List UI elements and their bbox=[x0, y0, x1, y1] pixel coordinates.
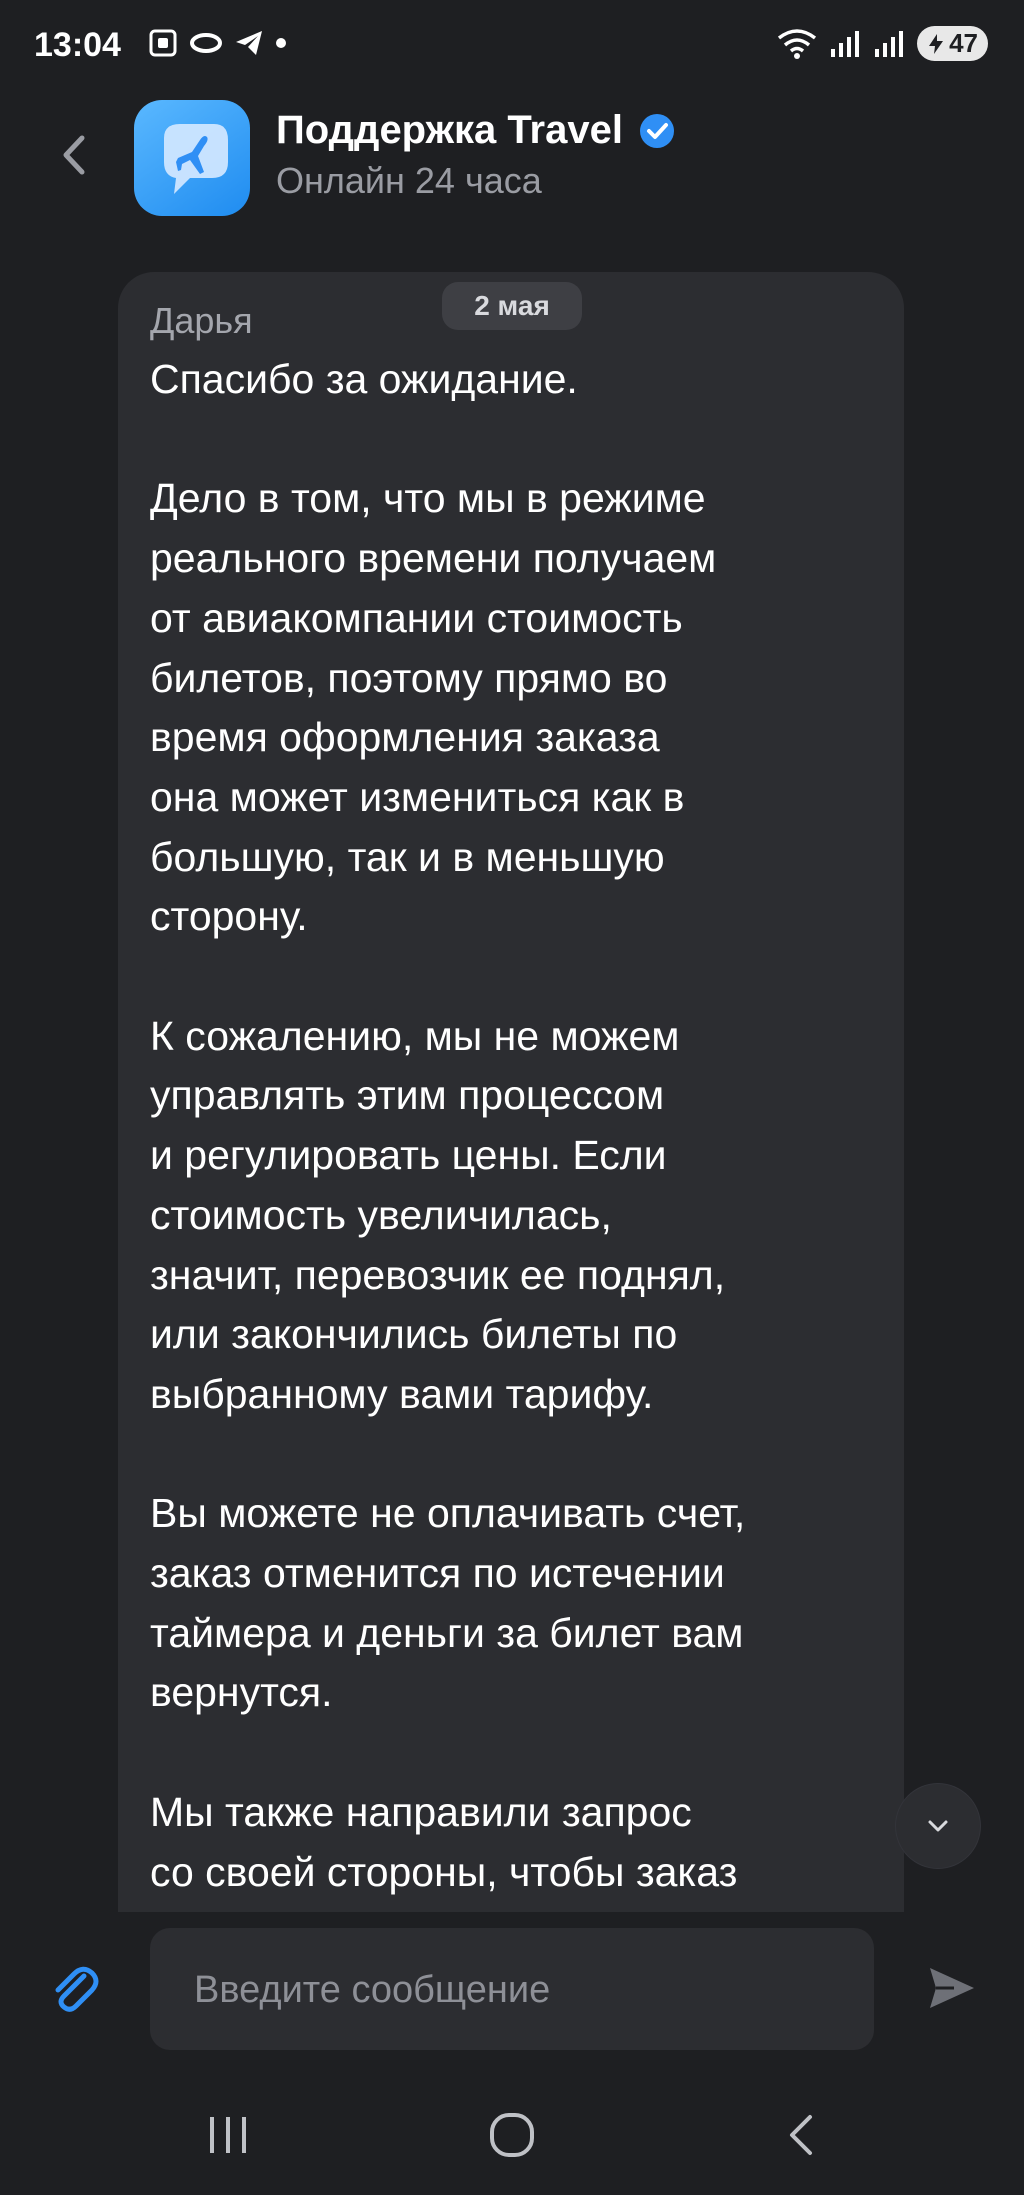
system-back-button[interactable] bbox=[762, 2100, 842, 2170]
battery-saver-icon bbox=[929, 33, 944, 54]
status-time: 13:04 bbox=[34, 26, 121, 64]
recent-apps-button[interactable] bbox=[188, 2100, 268, 2170]
chat-title: Поддержка Travel bbox=[276, 108, 623, 152]
message-input[interactable] bbox=[192, 1928, 836, 2052]
chat-header: Поддержка Travel Онлайн 24 часа bbox=[0, 90, 1024, 220]
home-button[interactable] bbox=[472, 2100, 552, 2170]
header-title-row: Поддержка Travel bbox=[276, 108, 677, 153]
chevron-down-icon bbox=[928, 1820, 948, 1832]
telegram-icon bbox=[236, 31, 262, 55]
message-text: Спасибо за ожидание. Дело в том, что мы … bbox=[150, 356, 746, 1895]
status-system-icons: 47 bbox=[775, 26, 988, 61]
message-input-container bbox=[150, 1928, 874, 2052]
battery-indicator: 47 bbox=[917, 26, 988, 61]
send-icon[interactable] bbox=[924, 1960, 980, 2016]
scroll-to-bottom-button[interactable] bbox=[896, 1784, 980, 1868]
recent-apps-icon bbox=[210, 2117, 246, 2153]
verified-badge-icon bbox=[639, 113, 674, 148]
dot-icon bbox=[276, 38, 286, 48]
message-composer bbox=[0, 1912, 1024, 2052]
chat-subtitle: Онлайн 24 часа bbox=[276, 160, 542, 201]
home-icon bbox=[490, 2113, 534, 2157]
battery-level: 47 bbox=[949, 28, 978, 58]
status-notification-icons bbox=[148, 28, 288, 58]
date-separator: 2 мая bbox=[442, 282, 582, 330]
screenshot-icon bbox=[149, 29, 177, 57]
airplane-chat-icon bbox=[164, 124, 228, 194]
system-navigation-bar bbox=[0, 2070, 1024, 2195]
message-sender: Дарья bbox=[150, 300, 253, 341]
signal-icon bbox=[831, 30, 860, 57]
status-bar: 13:04 47 bbox=[0, 0, 1024, 90]
back-arrow-icon[interactable] bbox=[50, 130, 100, 180]
signal-icon bbox=[875, 30, 904, 57]
wifi-icon bbox=[778, 28, 817, 59]
message-bubble: Дарья Спасибо за ожидание. Дело в том, ч… bbox=[118, 272, 904, 1912]
back-icon bbox=[790, 2115, 812, 2155]
link-icon bbox=[190, 33, 222, 53]
avatar[interactable] bbox=[134, 100, 250, 216]
paperclip-icon[interactable] bbox=[46, 1962, 102, 2018]
